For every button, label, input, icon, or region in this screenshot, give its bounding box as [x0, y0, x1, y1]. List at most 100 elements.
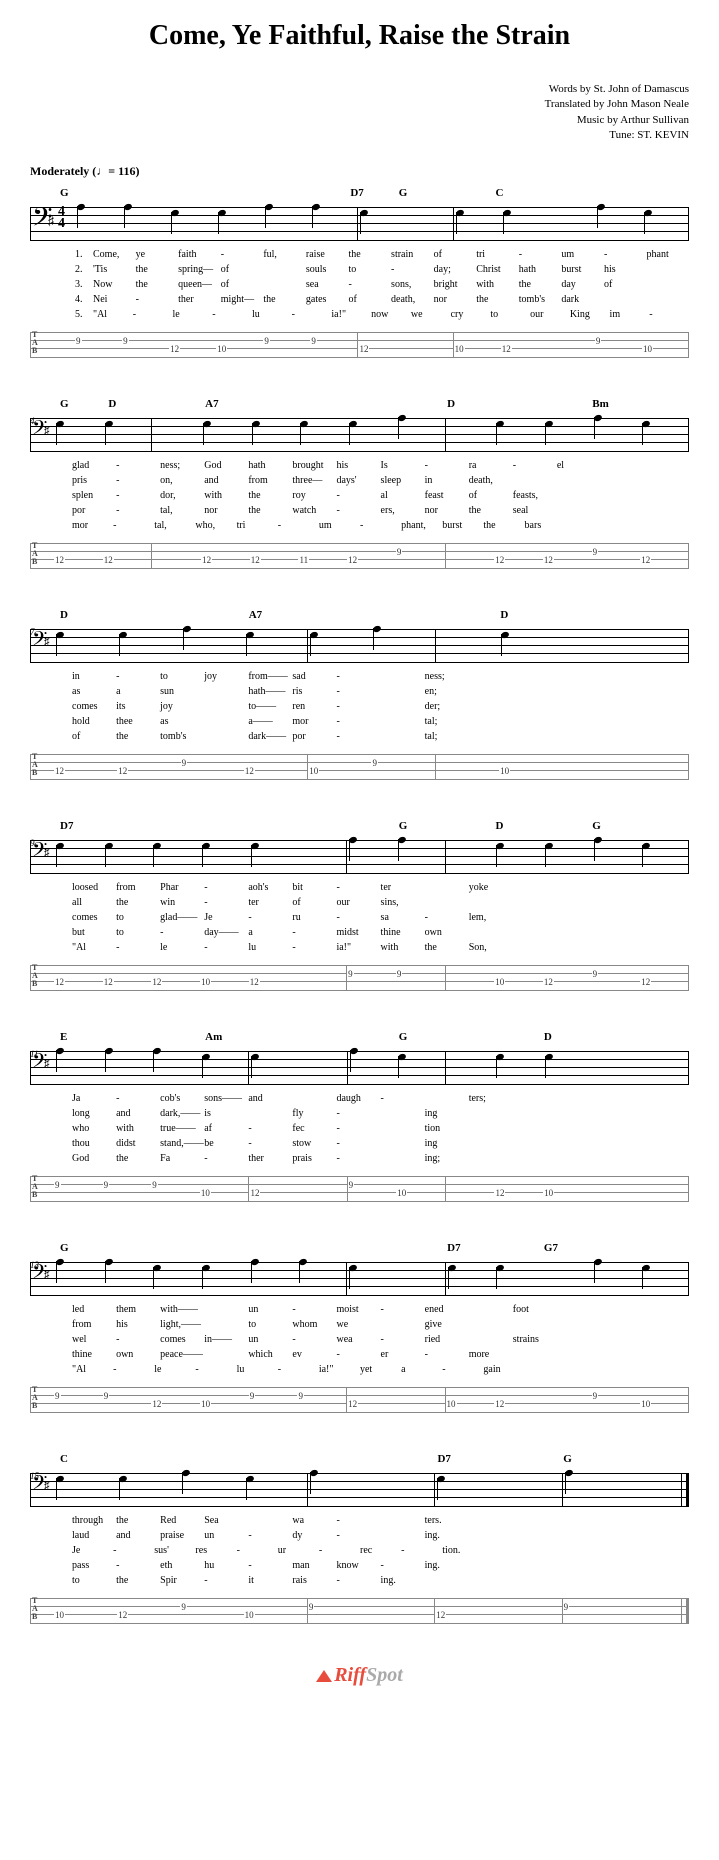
chord-symbol: Am: [205, 1031, 253, 1047]
syllable: dor,: [160, 488, 204, 503]
syllable: [645, 729, 689, 744]
syllable: stow: [292, 1136, 336, 1151]
lyric-line: ledthemwith——un-moist-enedfoot: [54, 1302, 689, 1317]
syllable: [607, 1362, 648, 1377]
tab-staff: T A B99910129101210: [30, 1176, 689, 1202]
fret-number: 10: [200, 1399, 211, 1409]
chord-symbol: [254, 820, 302, 836]
syllable: [645, 1317, 689, 1332]
tab-staff: T A B1212121012991012912: [30, 965, 689, 991]
note-slot: [543, 419, 592, 451]
note-slot: [640, 1052, 689, 1084]
syllable: mor: [292, 714, 336, 729]
tab-note: 9: [103, 1177, 152, 1201]
syllable: brought: [292, 458, 336, 473]
syllable: ened: [425, 1302, 469, 1317]
verse-number: 5.: [75, 307, 93, 322]
tab-staff: T A B10129109129: [30, 1598, 689, 1624]
syllable: strain: [391, 247, 434, 262]
syllable: bright: [434, 277, 477, 292]
syllable: [601, 940, 645, 955]
syllable: [647, 262, 690, 277]
fret-number: 10: [543, 1188, 554, 1198]
syllable: [645, 1513, 689, 1528]
syllable: to: [116, 910, 160, 925]
syllable: a: [248, 925, 292, 940]
syllable: tion: [425, 1121, 469, 1136]
syllable: own: [425, 925, 469, 940]
chord-symbol: G: [399, 1031, 447, 1047]
syllable: yoke: [469, 880, 513, 895]
syllable: "Al: [93, 307, 133, 322]
syllable: dark,——: [160, 1106, 204, 1121]
syllable: [513, 1091, 557, 1106]
syllable: er: [381, 1347, 425, 1362]
chord-symbol: [205, 820, 253, 836]
notation-staff: 𝄢♯: [30, 418, 689, 452]
syllable: to——: [248, 699, 292, 714]
syllable: [557, 1151, 601, 1166]
syllable: [648, 1362, 689, 1377]
syllable: [513, 1573, 557, 1588]
verse-number: 3.: [75, 277, 93, 292]
syllable: now: [371, 307, 411, 322]
note-stem: [153, 845, 154, 867]
syllable: [557, 729, 601, 744]
syllable: [645, 458, 689, 473]
fret-number: 9: [310, 336, 317, 346]
syllable: thine: [72, 1347, 116, 1362]
watermark-icon: [316, 1670, 332, 1682]
tab-note: 12: [54, 544, 103, 568]
syllable: -: [116, 1091, 160, 1106]
lyric-line: asasunhath——ris-en;: [54, 684, 689, 699]
note-slot: [543, 1052, 592, 1084]
note-stem: [56, 845, 57, 867]
tab-note: 10: [642, 333, 689, 357]
syllable: Sea: [204, 1513, 248, 1528]
lyrics-block: glad-ness;GodhathbroughthisIs-ra-elpris-…: [54, 458, 689, 533]
fret-number: 12: [494, 1399, 505, 1409]
note-slot: [543, 1263, 592, 1295]
note-stem: [496, 1056, 497, 1078]
syllable: a: [116, 684, 160, 699]
syllable: spring—: [178, 262, 221, 277]
syllable: phant: [647, 247, 690, 262]
lyric-line: "Al-le-lu-ia!"withtheSon,: [54, 940, 689, 955]
tab-note: 12: [640, 966, 689, 990]
syllable: glad: [72, 458, 116, 473]
key-signature: ♯: [44, 1269, 50, 1281]
syllable: King: [570, 307, 610, 322]
syllable: God: [204, 458, 248, 473]
lyric-line: glad-ness;GodhathbroughthisIs-ra-el: [54, 458, 689, 473]
chord-symbol: [544, 398, 592, 414]
tab-note: 10: [494, 966, 543, 990]
syllable: [425, 1091, 469, 1106]
fret-number: 12: [201, 555, 212, 565]
syllable: Je: [72, 1543, 113, 1558]
syllable: [381, 714, 425, 729]
verse-number: [54, 1106, 72, 1121]
syllable: -: [204, 1151, 248, 1166]
fret-number: 12: [54, 977, 65, 987]
credit-tune: Tune: ST. KEVIN: [30, 128, 689, 143]
fret-number: 12: [249, 1188, 260, 1198]
syllable: in: [425, 473, 469, 488]
tab-note: 12: [501, 333, 548, 357]
syllable: -: [336, 714, 380, 729]
chord-symbol: Bm: [592, 398, 640, 414]
tab-note: 9: [347, 966, 396, 990]
syllable: nor: [204, 503, 248, 518]
fret-number: 10: [200, 977, 211, 987]
watermark-text-b: Spot: [366, 1664, 403, 1686]
chord-symbol: [447, 187, 495, 203]
chord-symbol: [544, 187, 592, 203]
tab-note: 9: [181, 755, 244, 779]
note-stem: [373, 628, 374, 650]
syllable: the: [483, 518, 524, 533]
syllable: the: [116, 895, 160, 910]
note-stem: [105, 1050, 106, 1072]
tab-note: 9: [310, 333, 357, 357]
tab-note: 10: [200, 966, 249, 990]
fret-number: 10: [216, 344, 227, 354]
syllable: [601, 1106, 645, 1121]
